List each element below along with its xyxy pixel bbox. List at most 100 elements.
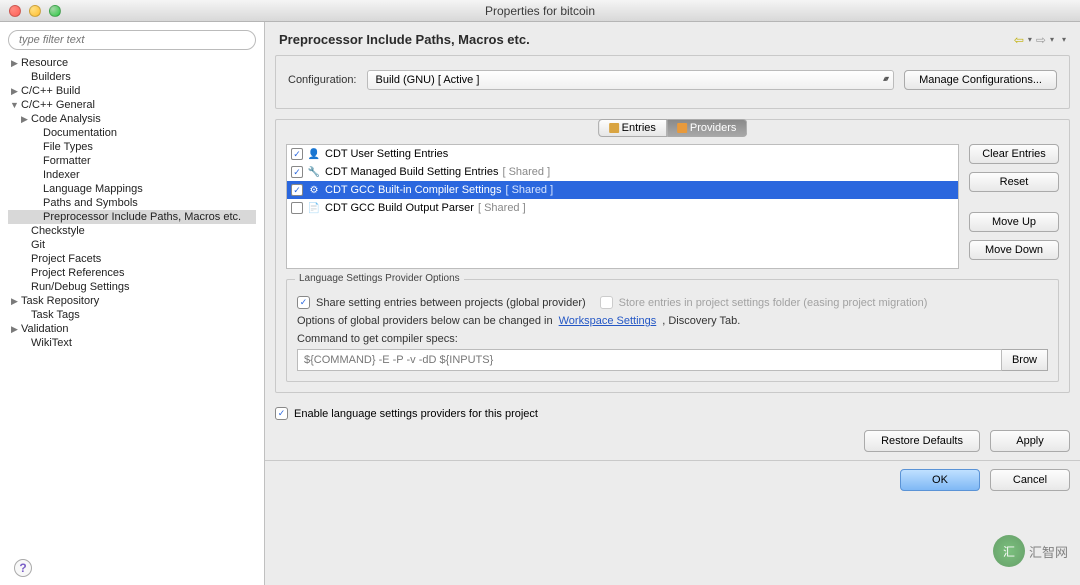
view-menu-icon[interactable]: ▾ [1062, 35, 1066, 44]
chevron-right-icon[interactable]: ▶ [10, 296, 19, 307]
tree-item[interactable]: Language Mappings [8, 182, 256, 196]
tree-item-label: Language Mappings [43, 183, 143, 195]
preference-tree: ▶ResourceBuilders▶C/C++ Build▼C/C++ Gene… [8, 56, 256, 577]
tree-item-label: File Types [43, 141, 93, 153]
provider-checkbox[interactable] [291, 184, 303, 196]
global-options-text-a: Options of global providers below can be… [297, 315, 553, 327]
tree-item-label: Project References [31, 267, 125, 279]
help-icon[interactable]: ? [14, 559, 32, 577]
apply-button[interactable]: Apply [990, 430, 1070, 452]
command-input[interactable] [297, 349, 1002, 371]
tree-item-label: Task Tags [31, 309, 80, 321]
tree-item[interactable]: Checkstyle [8, 224, 256, 238]
tree-item-label: Paths and Symbols [43, 197, 138, 209]
back-icon[interactable]: ⇦ [1014, 33, 1024, 47]
back-menu-icon[interactable]: ▾ [1028, 35, 1032, 44]
tab-providers[interactable]: Providers [667, 119, 747, 137]
tree-item-label: Resource [21, 57, 68, 69]
minimize-window-icon[interactable] [29, 5, 41, 17]
configuration-panel: Configuration: Build (GNU) [ Active ] Ma… [275, 55, 1070, 109]
header-nav: ⇦ ▾ ⇨ ▾ ▾ [1014, 33, 1066, 47]
content-pane: Preprocessor Include Paths, Macros etc. … [265, 22, 1080, 585]
provider-row[interactable]: ⚙CDT GCC Built-in Compiler Settings [ Sh… [287, 181, 958, 199]
tree-item-label: Formatter [43, 155, 91, 167]
tree-item-label: Preprocessor Include Paths, Macros etc. [43, 211, 241, 223]
tree-item[interactable]: Formatter [8, 154, 256, 168]
provider-label: CDT User Setting Entries [325, 148, 448, 160]
chevron-right-icon[interactable]: ▶ [20, 114, 29, 125]
tree-item[interactable]: Git [8, 238, 256, 252]
provider-list[interactable]: 👤CDT User Setting Entries🔧CDT Managed Bu… [286, 144, 959, 269]
tab-entries-label: Entries [622, 122, 656, 134]
configuration-label: Configuration: [288, 74, 357, 86]
provider-shared-tag: [ Shared ] [502, 166, 550, 178]
tree-item[interactable]: ▶Task Repository [8, 294, 256, 308]
tree-item[interactable]: ▶Resource [8, 56, 256, 70]
clear-entries-button[interactable]: Clear Entries [969, 144, 1059, 164]
provider-checkbox[interactable] [291, 166, 303, 178]
tree-item-label: Validation [21, 323, 69, 335]
share-entries-label: Share setting entries between projects (… [316, 297, 586, 309]
tree-item-label: Checkstyle [31, 225, 85, 237]
provider-label: CDT Managed Build Setting Entries [325, 166, 498, 178]
provider-row[interactable]: 📄CDT GCC Build Output Parser [ Shared ] [287, 199, 958, 217]
cancel-button[interactable]: Cancel [990, 469, 1070, 491]
provider-checkbox[interactable] [291, 148, 303, 160]
manage-configurations-button[interactable]: Manage Configurations... [904, 70, 1057, 90]
tree-item[interactable]: Run/Debug Settings [8, 280, 256, 294]
workspace-settings-link[interactable]: Workspace Settings [559, 315, 657, 327]
move-down-button[interactable]: Move Down [969, 240, 1059, 260]
tree-item[interactable]: Project Facets [8, 252, 256, 266]
command-label: Command to get compiler specs: [297, 333, 1048, 345]
tree-item[interactable]: WikiText [8, 336, 256, 350]
zoom-window-icon[interactable] [49, 5, 61, 17]
provider-row[interactable]: 🔧CDT Managed Build Setting Entries [ Sha… [287, 163, 958, 181]
tree-item-label: C/C++ General [21, 99, 95, 111]
tree-item-label: Project Facets [31, 253, 101, 265]
titlebar: Properties for bitcoin [0, 0, 1080, 22]
restore-defaults-button[interactable]: Restore Defaults [864, 430, 980, 452]
chevron-down-icon[interactable]: ▼ [10, 100, 19, 110]
tree-item[interactable]: Builders [8, 70, 256, 84]
filter-input[interactable] [8, 30, 256, 50]
tree-item[interactable]: Task Tags [8, 308, 256, 322]
chevron-right-icon[interactable]: ▶ [10, 58, 19, 69]
window-title: Properties for bitcoin [485, 4, 595, 18]
tree-item-label: WikiText [31, 337, 72, 349]
forward-icon[interactable]: ⇨ [1036, 33, 1046, 47]
page-title: Preprocessor Include Paths, Macros etc. [279, 32, 530, 47]
tree-item[interactable]: Documentation [8, 126, 256, 140]
tree-item[interactable]: ▶Code Analysis [8, 112, 256, 126]
configuration-select[interactable]: Build (GNU) [ Active ] [367, 70, 895, 90]
enable-providers-checkbox[interactable] [275, 407, 288, 420]
provider-shared-tag: [ Shared ] [478, 202, 526, 214]
tree-item[interactable]: Indexer [8, 168, 256, 182]
share-entries-checkbox[interactable] [297, 296, 310, 309]
move-up-button[interactable]: Move Up [969, 212, 1059, 232]
tab-entries[interactable]: Entries [598, 119, 667, 137]
tree-item[interactable]: ▶C/C++ Build [8, 84, 256, 98]
tree-item-label: Documentation [43, 127, 117, 139]
tree-item[interactable]: Preprocessor Include Paths, Macros etc. [8, 210, 256, 224]
close-window-icon[interactable] [9, 5, 21, 17]
chevron-right-icon[interactable]: ▶ [10, 86, 19, 97]
store-entries-label: Store entries in project settings folder… [619, 297, 928, 309]
tree-item[interactable]: Project References [8, 266, 256, 280]
store-entries-checkbox [600, 296, 613, 309]
provider-checkbox[interactable] [291, 202, 303, 214]
browse-button[interactable]: Brow [1002, 349, 1048, 371]
provider-label: CDT GCC Build Output Parser [325, 202, 474, 214]
traffic-lights [0, 5, 61, 17]
tree-item[interactable]: File Types [8, 140, 256, 154]
entries-icon [609, 123, 619, 133]
provider-row[interactable]: 👤CDT User Setting Entries [287, 145, 958, 163]
tree-item[interactable]: ▶Validation [8, 322, 256, 336]
chevron-right-icon[interactable]: ▶ [10, 324, 19, 335]
tree-item[interactable]: ▼C/C++ General [8, 98, 256, 112]
provider-label: CDT GCC Built-in Compiler Settings [325, 184, 501, 196]
forward-menu-icon[interactable]: ▾ [1050, 35, 1054, 44]
ok-button[interactable]: OK [900, 469, 980, 491]
tree-item-label: Code Analysis [31, 113, 101, 125]
tree-item[interactable]: Paths and Symbols [8, 196, 256, 210]
reset-button[interactable]: Reset [969, 172, 1059, 192]
